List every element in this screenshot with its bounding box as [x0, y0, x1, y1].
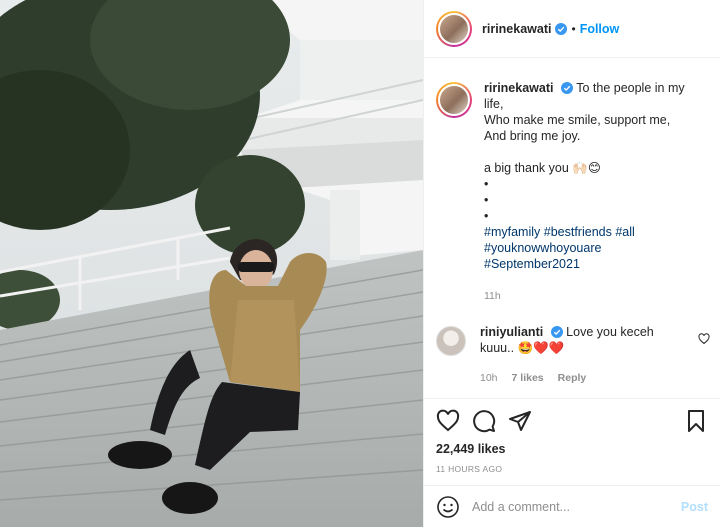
- caption-text-line: Who make me smile, support me,: [484, 113, 671, 127]
- post-header: ririnekawati • Follow: [424, 0, 720, 58]
- comment-meta: 10h 7 likes Reply: [480, 370, 690, 386]
- photo-illustration: [0, 0, 423, 527]
- comment-time[interactable]: 10h: [480, 370, 498, 386]
- action-icons: [436, 409, 708, 433]
- follow-button[interactable]: Follow: [580, 22, 620, 36]
- bookmark-icon[interactable]: [684, 409, 708, 433]
- caption-text-line: life,: [484, 97, 504, 111]
- share-icon[interactable]: [508, 409, 532, 433]
- post-sidebar: ririnekawati • Follow ririnekawati To th…: [423, 0, 720, 527]
- comment-likes[interactable]: 7 likes: [512, 370, 544, 386]
- instagram-post: ririnekawati • Follow ririnekawati To th…: [0, 0, 720, 527]
- comment-line: riniyulianti Love you keceh: [480, 324, 690, 340]
- caption-text-line: •: [484, 209, 489, 223]
- caption-text-line: •: [484, 193, 489, 207]
- caption-username[interactable]: ririnekawati: [484, 81, 553, 95]
- hashtag-link[interactable]: #all: [615, 225, 634, 239]
- hashtag-link[interactable]: #September2021: [484, 256, 694, 272]
- caption-text-line: [484, 144, 694, 160]
- likes-count[interactable]: 22,449 likes: [436, 442, 708, 456]
- caption-line-0: ririnekawati To the people in my: [484, 80, 694, 96]
- caption-text: ririnekawati To the people in my life, W…: [484, 80, 694, 304]
- comment-like-heart-icon[interactable]: [698, 333, 710, 345]
- comment-icon[interactable]: [472, 409, 496, 433]
- post-actions: 22,449 likes 11 HOURS AGO: [424, 398, 720, 485]
- commenter-avatar[interactable]: [436, 326, 466, 356]
- comment-body: riniyulianti Love you keceh kuuu.. 🤩❤️❤️…: [480, 324, 690, 386]
- header-separator: •: [571, 21, 576, 36]
- reply-button[interactable]: Reply: [558, 370, 587, 386]
- comment-text: kuuu.. 🤩❤️❤️: [480, 341, 565, 355]
- caption-avatar[interactable]: [436, 82, 472, 118]
- caption-text-line: And bring me joy.: [484, 129, 581, 143]
- author-avatar[interactable]: [436, 10, 472, 47]
- heart-icon[interactable]: [436, 409, 460, 433]
- commenter-username[interactable]: riniyulianti: [480, 325, 543, 339]
- comment-input[interactable]: [472, 499, 681, 514]
- post-timestamp[interactable]: 11 HOURS AGO: [436, 464, 708, 474]
- caption-time[interactable]: 11h: [484, 288, 694, 304]
- emoji-icon[interactable]: [436, 495, 460, 519]
- author-username[interactable]: ririnekawati: [482, 22, 551, 36]
- caption: ririnekawati To the people in my life, W…: [436, 80, 704, 304]
- caption-text-line: a big thank you 🙌🏻😊: [484, 161, 601, 175]
- verified-badge-icon: [560, 82, 573, 94]
- add-comment-bar: Post: [424, 485, 720, 527]
- hashtag-link[interactable]: #bestfriends: [544, 225, 612, 239]
- comment-item: riniyulianti Love you keceh kuuu.. 🤩❤️❤️…: [436, 324, 710, 386]
- hashtag-row: #myfamily #bestfriends #all: [484, 224, 694, 240]
- post-photo[interactable]: [0, 0, 423, 527]
- comments-section: ririnekawati To the people in my life, W…: [424, 58, 720, 398]
- comment-text: Love you keceh: [566, 325, 654, 339]
- hashtag-link[interactable]: #youknowwhoyouare: [484, 240, 694, 256]
- post-comment-button[interactable]: Post: [681, 500, 708, 514]
- verified-badge-icon: [550, 326, 563, 338]
- verified-badge-icon: [555, 22, 568, 35]
- caption-text-line: •: [484, 177, 489, 191]
- hashtag-link[interactable]: #myfamily: [484, 225, 540, 239]
- caption-text-line: To the people in my: [576, 81, 685, 95]
